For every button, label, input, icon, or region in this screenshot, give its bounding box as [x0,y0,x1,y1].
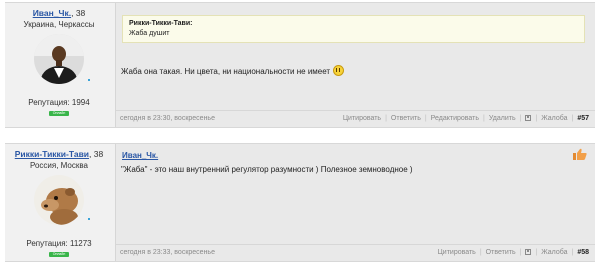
post-content: Рикки-Тикки-Тави: Жаба душит Жаба она та… [115,3,595,127]
post-content: Иван_Чк. "Жаба" - это наш внутренний рег… [115,144,595,261]
thumbs-up-icon[interactable] [573,148,587,160]
author-age: 38 [93,149,104,159]
author-name-line: Иван_Чк., 38 [5,8,113,18]
post-date: сегодня в 23:33, воскресенье [120,249,215,256]
man-in-suit-photo [34,34,84,84]
separator: | [479,249,482,256]
reply-button[interactable]: Ответить [391,115,421,122]
author-name-link[interactable]: Рикки-Тикки-Тави [15,149,89,159]
post-footer: сегодня в 23:33, воскресенье Цитировать |… [116,244,595,261]
delete-button[interactable]: Удалить [489,115,516,122]
edit-button[interactable]: Редактировать [431,115,479,122]
reputation: Репутация: 1994 [28,98,90,107]
report-button[interactable]: Жалоба [541,115,567,122]
post-message-text: Жаба она такая. Ни цвета, ни национально… [121,67,331,76]
reply-button[interactable]: Ответить [486,249,516,256]
author-age: 38 [75,8,86,18]
author-location: Россия, Москва [30,161,88,170]
separator: | [385,115,387,122]
quote-block: Рикки-Тикки-Тави: Жаба душит [122,15,585,43]
online-badge: Онлайн [48,252,70,257]
separator: | [483,115,485,122]
separator: | [535,249,538,256]
post-message-text: "Жаба" - это наш внутренний регулятор ра… [121,165,413,174]
post-author-panel: Иван_Чк., 38 Украина, Черкассы Репутация… [5,3,113,127]
separator: | [571,249,574,256]
post-number-link[interactable]: #57 [577,115,589,122]
separator: | [519,115,522,122]
save-icon[interactable] [525,249,532,255]
separator: | [424,115,427,122]
quote-button[interactable]: Цитировать [343,115,381,122]
post-number-link[interactable]: #58 [577,249,589,256]
avatar[interactable] [34,175,84,225]
forum-post: Иван_Чк., 38 Украина, Черкассы Репутация… [5,2,595,128]
author-name-line: Рикки-Тикки-Тави, 38 [5,149,113,159]
reputation: Репутация: 11273 [26,239,92,248]
post-footer: сегодня в 23:30, воскресенье Цитировать |… [116,110,595,127]
separator: | [519,249,522,256]
post-author-panel: Рикки-Тикки-Тави, 38 Россия, Москва Репу… [5,144,113,261]
separator: | [571,115,574,122]
separator: | [535,115,538,122]
quote-text: Жаба душит [129,30,170,37]
avatar[interactable] [34,34,84,84]
online-indicator [88,218,90,220]
smiley-icon [333,65,345,76]
online-indicator [88,79,90,81]
mongoose-photo [34,175,84,225]
author-location: Украина, Черкассы [23,20,95,29]
online-badge: Онлайн [48,111,70,116]
author-name-link[interactable]: Иван_Чк. [33,8,71,18]
post-date: сегодня в 23:30, воскресенье [120,115,215,122]
quote-button[interactable]: Цитировать [438,249,476,256]
post-actions: Цитировать | Ответить | | Жалоба | #58 [438,249,589,256]
report-button[interactable]: Жалоба [541,249,567,256]
post-actions: Цитировать | Ответить | Редактировать | Удалит… [343,115,589,122]
reply-to-link[interactable]: Иван_Чк. [122,151,158,160]
save-icon[interactable] [525,115,532,121]
forum-post: Рикки-Тикки-Тави, 38 Россия, Москва Репу… [5,143,595,262]
post-message: Жаба она такая. Ни цвета, ни национально… [121,65,345,76]
quote-author: Рикки-Тикки-Тави: [129,20,193,27]
